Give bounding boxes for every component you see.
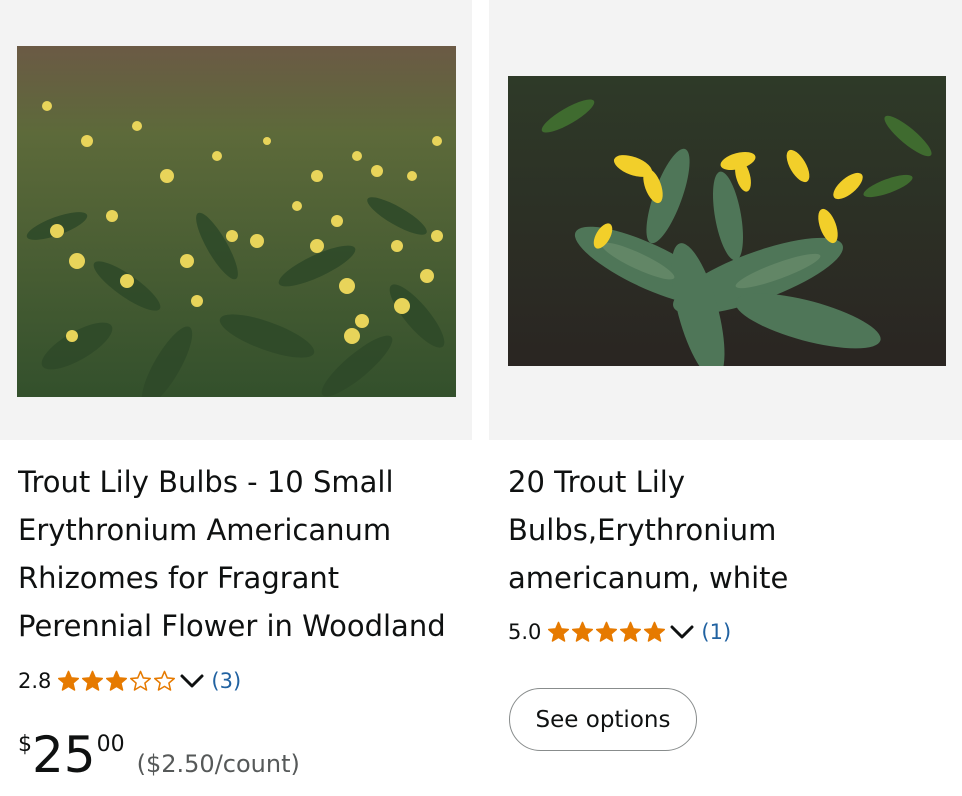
star-filled-icon (106, 670, 128, 691)
star-empty-icon (130, 670, 152, 691)
product-card-1[interactable]: Trout Lily Bulbs - 10 Small Erythronium … (0, 0, 472, 796)
product-image[interactable] (17, 46, 456, 397)
rating-value: 2.8 (18, 669, 52, 693)
rating-value: 5.0 (508, 620, 542, 644)
star-filled-icon (548, 621, 570, 642)
see-options-button[interactable]: See options (509, 688, 697, 751)
chevron-down-icon[interactable] (179, 672, 205, 690)
price-whole: 25 (32, 726, 96, 784)
star-rating[interactable] (547, 621, 667, 643)
star-filled-icon (596, 621, 618, 642)
review-count-link[interactable]: (1) (701, 620, 731, 644)
price-symbol: $ (18, 732, 32, 757)
product-price: $ 25 00 ($2.50/count) (18, 728, 300, 780)
rating-row[interactable]: 5.0 (1) (508, 617, 731, 647)
product-card-2[interactable]: 20 Trout Lily Bulbs,Erythronium american… (489, 0, 962, 796)
product-title[interactable]: Trout Lily Bulbs - 10 Small Erythronium … (18, 458, 452, 650)
product-image-well (489, 0, 962, 440)
price-per-unit: ($2.50/count) (136, 750, 300, 778)
product-image-well (0, 0, 472, 440)
price-fraction: 00 (96, 732, 125, 757)
rating-row[interactable]: 2.8 (3) (18, 666, 241, 696)
chevron-down-icon[interactable] (669, 623, 695, 641)
review-count-link[interactable]: (3) (211, 669, 241, 693)
star-filled-icon (572, 621, 594, 642)
product-title[interactable]: 20 Trout Lily Bulbs,Erythronium american… (508, 458, 942, 602)
star-filled-icon (82, 670, 104, 691)
star-filled-icon (620, 621, 642, 642)
star-filled-icon (644, 621, 666, 642)
product-image[interactable] (508, 76, 946, 366)
star-rating[interactable] (57, 670, 177, 692)
star-filled-icon (58, 670, 80, 691)
star-empty-icon (154, 670, 176, 691)
